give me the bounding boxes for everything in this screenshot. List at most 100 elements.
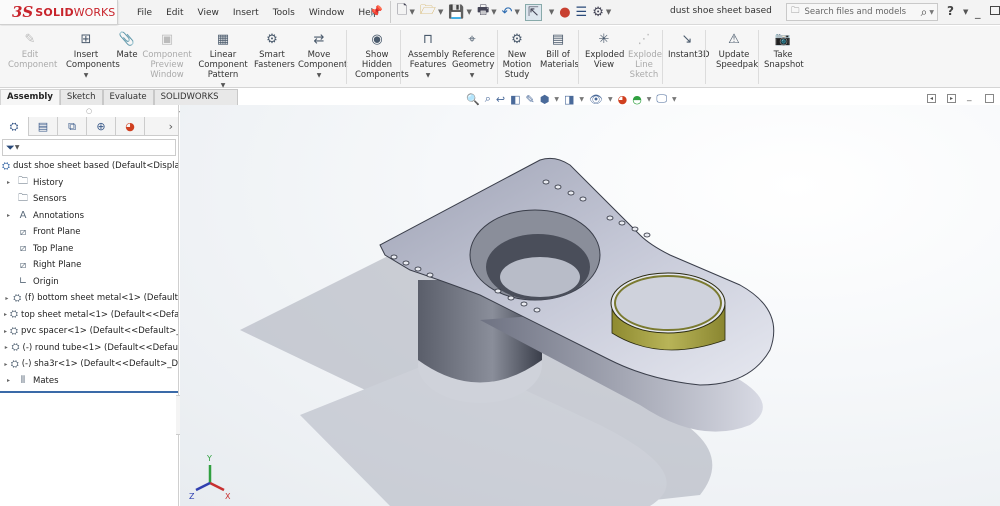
restore-window-button[interactable] (990, 6, 1000, 15)
menu-view[interactable]: View (191, 8, 226, 18)
tree-item-front-plane[interactable]: ⧄ Front Plane (0, 224, 178, 241)
ribbon-button-linear-component-pattern[interactable]: ▦ Linear Component Pattern ▼ (198, 32, 248, 91)
select-button[interactable]: ⇱ (524, 3, 542, 21)
pin-menu-icon[interactable]: 📌 (369, 5, 383, 18)
tab-sketch[interactable]: Sketch (59, 89, 103, 105)
viewport-prev-button[interactable]: ◂ (927, 94, 936, 103)
ribbon-button-exploded-view[interactable]: ✳ Exploded View (585, 32, 624, 70)
search-box[interactable]: 🗀 Search files and models ⌕ ▼ (786, 3, 938, 21)
viewport-restore-button[interactable] (985, 94, 994, 103)
ribbon-button-instant3d[interactable]: ↘ Instant3D (668, 32, 710, 60)
tree-item-pvc-spacer-1-default-default[interactable]: ▸ ⛭ pvc spacer<1> (Default<<Default>_ (0, 323, 178, 340)
dimxpert-tab-icon[interactable]: ⊕ (87, 117, 116, 136)
tree-item-mates[interactable]: ▸ ⫴ Mates (0, 373, 178, 390)
ribbon-button-component-preview-window[interactable]: ▣ Component Preview Window (142, 32, 192, 80)
select-dropdown[interactable]: ▼ (547, 8, 554, 16)
ribbon-button-move-component[interactable]: ⇄ Move Component ▼ (298, 32, 347, 81)
menu-edit[interactable]: Edit (159, 8, 190, 18)
expand-arrow-icon[interactable]: ▸ (4, 344, 9, 351)
dynamic-annotation-views-icon[interactable]: ✎ (526, 93, 535, 106)
help-button[interactable]: ? (947, 4, 954, 18)
tree-item-round-tube-1-default-defau[interactable]: ▸ ⛭ (-) round tube<1> (Default<<Defau (0, 340, 178, 357)
ribbon-button-edit-component[interactable]: ✎ Edit Component (8, 32, 57, 70)
menu-file[interactable]: File (130, 8, 159, 18)
expand-arrow-icon[interactable]: ▸ (4, 361, 8, 368)
expand-arrow-icon[interactable]: ▸ (4, 328, 7, 335)
ribbon-button-mate[interactable]: 📎 Mate (116, 32, 138, 60)
expand-arrow-icon[interactable]: ▸ (4, 212, 13, 219)
viewport-next-button[interactable]: ▸ (947, 94, 956, 103)
panel-resize-grip[interactable]: ○ (0, 105, 178, 117)
view-settings-monitor-icon[interactable]: 🖵 (656, 92, 667, 106)
expand-arrow-icon[interactable]: ▸ (4, 377, 13, 384)
print-button[interactable]: 🖶 ▼ (477, 1, 497, 23)
rebuild-button[interactable]: ● (559, 5, 570, 20)
tab-solidworks-add-ins[interactable]: SOLIDWORKS Add-Ins (153, 89, 238, 117)
menu-insert[interactable]: Insert (226, 8, 266, 18)
file-properties-button[interactable]: ☰ (576, 5, 588, 20)
tree-item-f-bottom-sheet-metal-1-default[interactable]: ▸ ⛭ (f) bottom sheet metal<1> (Default (0, 290, 178, 307)
featuremanager-tab-icon[interactable]: ⛭ (0, 117, 29, 136)
ribbon-button-new-motion-study[interactable]: ⚙ New Motion Study (502, 32, 532, 80)
ribbon-button-assembly-features[interactable]: ⊓ Assembly Features ▼ (408, 32, 449, 81)
open-button[interactable]: 🗁 ▼ (420, 1, 444, 23)
help-dropdown-icon[interactable]: ▼ (963, 8, 968, 16)
zoom-to-area-icon[interactable]: ⌕ (485, 92, 491, 106)
pvc-round-tube[interactable] (610, 272, 726, 351)
graphics-area[interactable]: Y X Z (180, 105, 1000, 506)
display-manager-tab-icon[interactable]: ◕ (116, 117, 145, 136)
zoom-to-fit-icon[interactable]: 🔍 (466, 93, 480, 106)
dropdown-caret-icon[interactable]: ▼ (298, 71, 340, 81)
tree-item-sensors[interactable]: 🗀 Sensors (0, 191, 178, 208)
tree-item-right-plane[interactable]: ⧄ Right Plane (0, 257, 178, 274)
ribbon-button-reference-geometry[interactable]: ⌖ Reference Geometry ▼ (452, 32, 495, 81)
display-style-icon[interactable]: ◨ (564, 93, 574, 106)
ribbon-button-explode-line-sketch[interactable]: ⋰ Explode Line Sketch (628, 32, 662, 80)
ribbon-button-bill-of-materials[interactable]: ▤ Bill of Materials (540, 32, 579, 70)
ribbon-button-update-speedpak[interactable]: ⚠ Update Speedpak (716, 32, 758, 70)
more-tabs-chevron-icon[interactable]: › (169, 117, 178, 135)
tree-root-assembly[interactable]: ⛭ dust shoe sheet based (Default<Display (0, 158, 178, 175)
menu-tools[interactable]: Tools (266, 8, 302, 18)
view-orientation-icon[interactable]: ⬢ (540, 93, 550, 106)
propertymanager-tab-icon[interactable]: ▤ (29, 117, 58, 136)
viewport-minimize-button[interactable]: _ (967, 92, 972, 102)
tree-item-top-plane[interactable]: ⧄ Top Plane (0, 241, 178, 258)
tree-item-origin[interactable]: ∟ Origin (0, 274, 178, 291)
ribbon-button-take-snapshot[interactable]: 📷 Take Snapshot (764, 32, 804, 70)
ribbon-button-show-hidden-components[interactable]: ◉ Show Hidden Components (355, 32, 409, 80)
tab-evaluate[interactable]: Evaluate (102, 89, 154, 105)
tree-filter[interactable]: ⏷ ▼ (2, 139, 176, 156)
ribbon-button-insert-components[interactable]: ⊞ Insert Components ▼ (66, 32, 120, 81)
search-dropdown-icon[interactable]: ▼ (929, 9, 934, 16)
solidworks-logo[interactable]: 3S SOLID WORKS (0, 0, 118, 25)
ribbon-button-smart-fasteners[interactable]: ⚙ Smart Fasteners (254, 32, 295, 70)
expand-arrow-icon[interactable]: ▸ (4, 179, 13, 186)
dropdown-caret-icon[interactable]: ▼ (408, 71, 448, 81)
options-button[interactable]: ⚙ ▼ (592, 5, 611, 20)
hide-show-items-icon[interactable]: 👁 (589, 93, 603, 106)
tree-item-history[interactable]: ▸ 🗀 History (0, 175, 178, 192)
tree-item-sha3r-1-default-default-d[interactable]: ▸ ⛭ (-) sha3r<1> (Default<<Default>_D (0, 356, 178, 373)
save-button[interactable]: 💾 ▼ (448, 5, 472, 20)
edit-appearance-icon[interactable]: ◕ (618, 93, 628, 106)
expand-arrow-icon[interactable]: ▸ (4, 311, 7, 318)
minimize-window-button[interactable]: _ (975, 6, 981, 19)
expand-arrow-icon[interactable]: ▸ (4, 295, 10, 302)
section-view-icon[interactable]: ◧ (510, 93, 520, 106)
configurationmanager-tab-icon[interactable]: ⧉ (58, 117, 87, 136)
tab-assembly[interactable]: Assembly (0, 89, 60, 105)
menu-window[interactable]: Window (302, 8, 352, 18)
dropdown-caret-icon[interactable]: ▼ (66, 71, 106, 81)
search-icon[interactable]: ⌕ (921, 5, 928, 20)
tree-item-top-sheet-metal-1-default-defa[interactable]: ▸ ⛭ top sheet metal<1> (Default<<Defa (0, 307, 178, 324)
dropdown-caret-icon[interactable]: ▼ (452, 71, 492, 81)
view-triad[interactable]: Y X Z (189, 454, 231, 501)
previous-view-icon[interactable]: ↩ (496, 93, 505, 106)
apply-scene-icon[interactable]: ◓ (632, 93, 642, 106)
new-document-button[interactable]: 🗋 ▼ (397, 1, 415, 23)
undo-button[interactable]: ↶ ▼ (502, 5, 520, 20)
search-input[interactable]: Search files and models (805, 7, 921, 17)
model-3d-view[interactable]: Y X Z (180, 105, 1000, 506)
tree-item-annotations[interactable]: ▸ A Annotations (0, 208, 178, 225)
